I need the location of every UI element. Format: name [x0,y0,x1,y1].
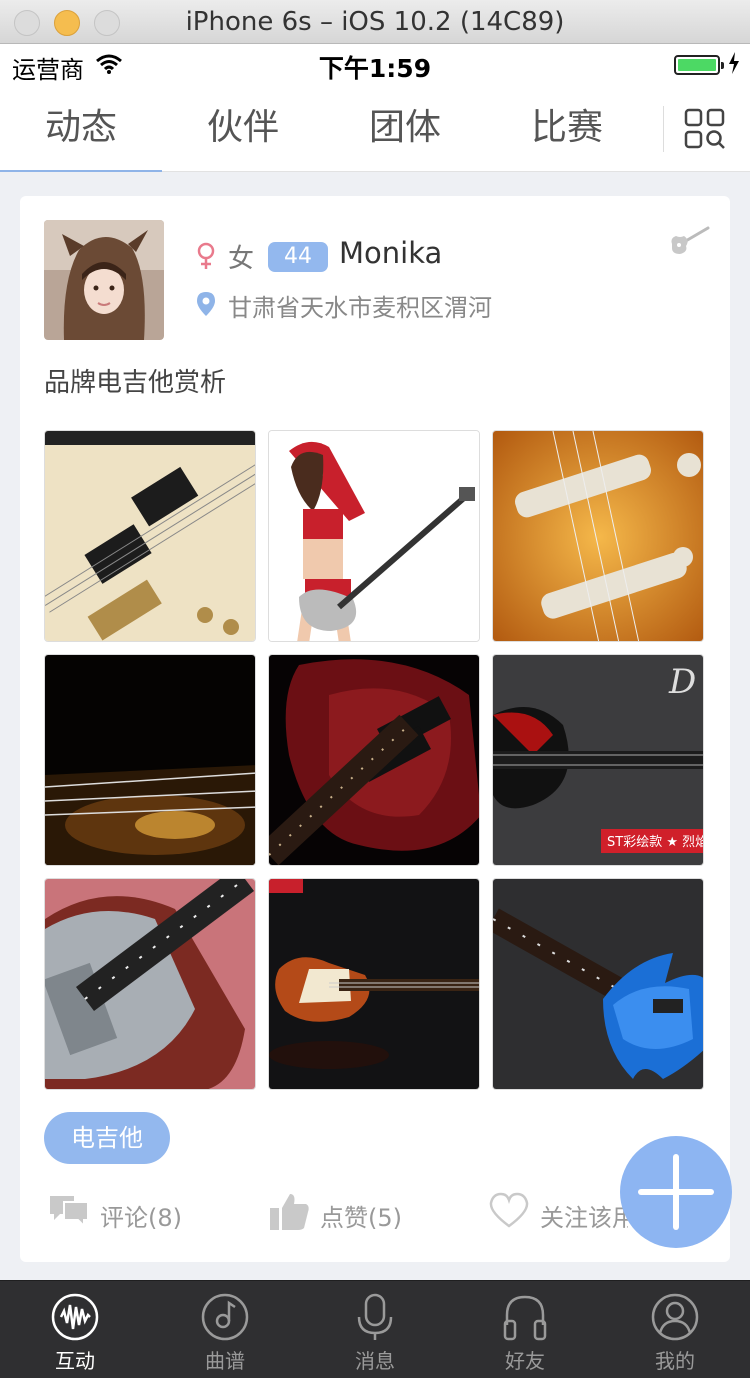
bottom-tab-label: 曲谱 [205,1349,245,1373]
follow-user-button[interactable]: 关注该用 [488,1192,628,1232]
photo-grid: D ST彩绘款 ★ 烈焰 [44,430,706,1092]
bottom-tab-profile[interactable]: 我的 [600,1281,750,1378]
bottom-tab-scores[interactable]: 曲谱 [150,1281,300,1378]
bottom-tab-interact[interactable]: 互动 [0,1281,150,1378]
photo-thumbnail-8[interactable] [268,878,480,1090]
microphone-icon [351,1293,399,1345]
battery-icon [674,55,724,75]
post-text: 品牌电吉他赏析 [44,368,227,398]
charging-bolt-icon [728,52,740,78]
bottom-tab-label: 消息 [355,1349,395,1373]
feed-area[interactable]: 女 44 Monika 甘肃省天水市麦积区渭河 品牌电吉他赏析 D ST彩绘款 … [0,172,750,1280]
photo-thumbnail-5[interactable] [268,654,480,866]
avatar[interactable] [44,220,164,340]
svg-text:D: D [668,662,696,702]
photo-thumbnail-4[interactable] [44,654,256,866]
bottom-tab-label: 我的 [655,1349,695,1373]
tab-competitions[interactable]: 比赛 [486,86,648,172]
comment-count: 评论(8) [100,1204,182,1232]
photo-thumbnail-2[interactable] [268,430,480,642]
plus-icon-vertical [673,1154,679,1230]
like-count: 点赞(5) [320,1204,402,1232]
bottom-tab-friends[interactable]: 好友 [450,1281,600,1378]
follow-label: 关注该用 [540,1204,628,1232]
photo-thumbnail-3[interactable] [492,430,704,642]
topic-tag[interactable]: 电吉他 [44,1112,170,1164]
status-bar: 运营商 下午1:59 [0,44,750,86]
tab-partners[interactable]: 伙伴 [162,86,324,172]
tab-groups[interactable]: 团体 [324,86,486,172]
tab-dynamics[interactable]: 动态 [0,86,162,173]
top-tab-bar: 动态 伙伴 团体 比赛 [0,86,750,173]
status-time: 下午1:59 [318,54,432,83]
svg-text:ST彩绘款 ★ 烈焰: ST彩绘款 ★ 烈焰 [607,835,704,850]
bottom-tab-label: 好友 [505,1349,545,1373]
user-location: 甘肃省天水市麦积区渭河 [228,294,492,322]
tab-label: 比赛 [530,107,603,148]
level-badge: 44 [268,242,328,272]
female-icon [196,242,216,274]
bottom-tab-messages[interactable]: 消息 [300,1281,450,1378]
window-title: iPhone 6s – iOS 10.2 (14C89) [185,7,565,37]
photo-thumbnail-1[interactable] [44,430,256,642]
location-pin-icon [196,291,216,321]
post-card: 女 44 Monika 甘肃省天水市麦积区渭河 品牌电吉他赏析 D ST彩绘款 … [20,196,730,1262]
photo-thumbnail-9[interactable] [492,878,704,1090]
simulator-title-bar: iPhone 6s – iOS 10.2 (14C89) [0,0,750,44]
waveform-icon [51,1293,99,1345]
add-post-button[interactable] [620,1136,732,1248]
photo-thumbnail-7[interactable] [44,878,256,1090]
tab-label: 伙伴 [206,107,279,148]
user-icon [651,1293,699,1345]
gender-label: 女 [228,244,255,274]
tab-label: 动态 [44,107,117,148]
comment-icon [48,1192,90,1234]
username[interactable]: Monika [339,236,442,270]
nav-divider [663,106,664,152]
disc-icon [201,1293,249,1345]
bottom-tab-bar: 互动 曲谱 消息 好友 我的 [0,1280,750,1378]
bottom-tab-label: 互动 [55,1349,95,1373]
tab-label: 团体 [368,107,441,148]
photo-thumbnail-6[interactable]: D ST彩绘款 ★ 烈焰 [492,654,704,866]
guitar-icon [668,224,710,260]
heart-icon [488,1192,530,1232]
headphones-icon [501,1293,549,1345]
grid-search-icon[interactable] [684,108,726,154]
thumbs-up-icon [268,1192,310,1238]
